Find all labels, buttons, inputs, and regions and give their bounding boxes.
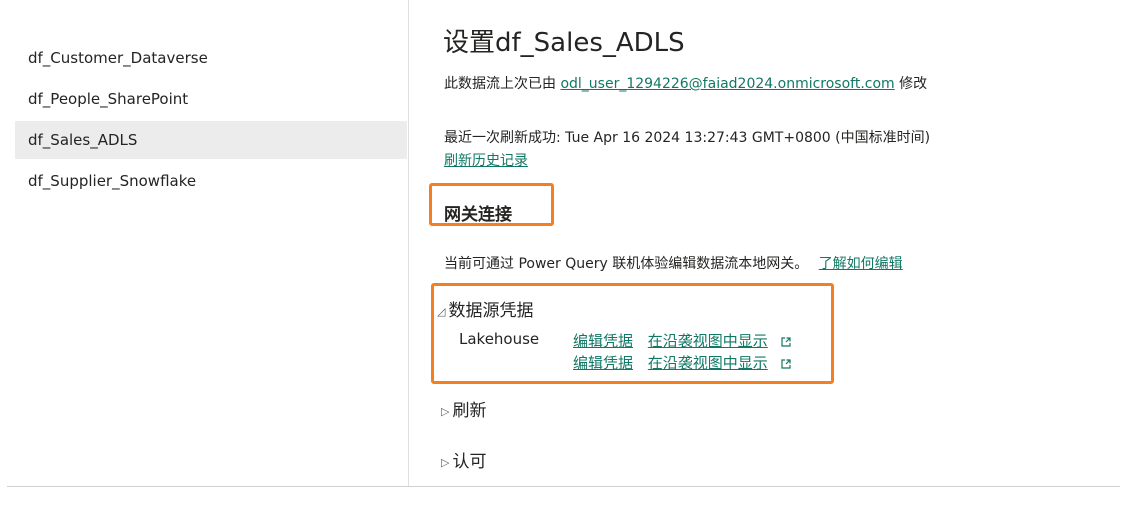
- sidebar-item-df-sales-adls[interactable]: df_Sales_ADLS: [15, 121, 407, 159]
- gateway-heading: 网关连接: [444, 205, 512, 225]
- refresh-status-text: 最近一次刷新成功: Tue Apr 16 2024 13:27:43 GMT+0…: [444, 130, 931, 146]
- edit-credentials-link[interactable]: 编辑凭据: [573, 354, 633, 372]
- data-source-credentials-heading: 数据源凭据: [448, 301, 534, 321]
- modified-suffix: 修改: [899, 76, 928, 92]
- data-source-credentials-expander[interactable]: ◿ 数据源凭据: [437, 296, 533, 321]
- bottom-divider: [7, 486, 1120, 487]
- modified-user-link[interactable]: odl_user_1294226@faiad2024.onmicrosoft.c…: [560, 76, 894, 92]
- sidebar-item-df-supplier-snowflake[interactable]: df_Supplier_Snowflake: [15, 162, 407, 200]
- modified-prefix: 此数据流上次已由: [444, 76, 556, 92]
- show-in-lineage-link[interactable]: 在沿袭视图中显示: [648, 354, 768, 372]
- dataflow-sidebar: df_Customer_Dataverse df_People_SharePoi…: [0, 0, 409, 487]
- endorsement-section-expander[interactable]: ▷ 认可: [441, 447, 486, 472]
- credential-row: 编辑凭据 在沿袭视图中显示: [573, 330, 791, 351]
- gateway-description-text: 当前可通过 Power Query 联机体验编辑数据流本地网关。: [444, 256, 809, 272]
- collapsed-triangle-icon: ▷: [441, 456, 450, 469]
- external-link-icon[interactable]: [780, 359, 791, 369]
- credential-row: 编辑凭据 在沿袭视图中显示: [573, 352, 791, 373]
- edit-credentials-link[interactable]: 编辑凭据: [573, 332, 633, 350]
- show-in-lineage-link[interactable]: 在沿袭视图中显示: [648, 332, 768, 350]
- refresh-history-link[interactable]: 刷新历史记录: [444, 150, 528, 170]
- refresh-section-label: 刷新: [452, 401, 487, 421]
- collapsed-triangle-icon: ▷: [441, 405, 450, 418]
- page-title: 设置df_Sales_ADLS: [443, 28, 685, 58]
- modified-by-line: 此数据流上次已由 odl_user_1294226@faiad2024.onmi…: [444, 73, 927, 93]
- endorsement-section-label: 认可: [452, 452, 487, 472]
- sidebar-item-df-customer-dataverse[interactable]: df_Customer_Dataverse: [15, 39, 407, 77]
- sidebar-item-df-people-sharepoint[interactable]: df_People_SharePoint: [15, 80, 407, 118]
- external-link-icon[interactable]: [780, 337, 791, 347]
- expanded-triangle-icon: ◿: [437, 305, 446, 318]
- data-source-name: Lakehouse: [459, 330, 540, 348]
- settings-panel: 设置df_Sales_ADLS 此数据流上次已由 odl_user_129422…: [429, 0, 1123, 487]
- gateway-description: 当前可通过 Power Query 联机体验编辑数据流本地网关。 了解如何编辑: [444, 253, 903, 273]
- learn-how-to-edit-link[interactable]: 了解如何编辑: [819, 256, 903, 272]
- refresh-section-expander[interactable]: ▷ 刷新: [441, 396, 486, 421]
